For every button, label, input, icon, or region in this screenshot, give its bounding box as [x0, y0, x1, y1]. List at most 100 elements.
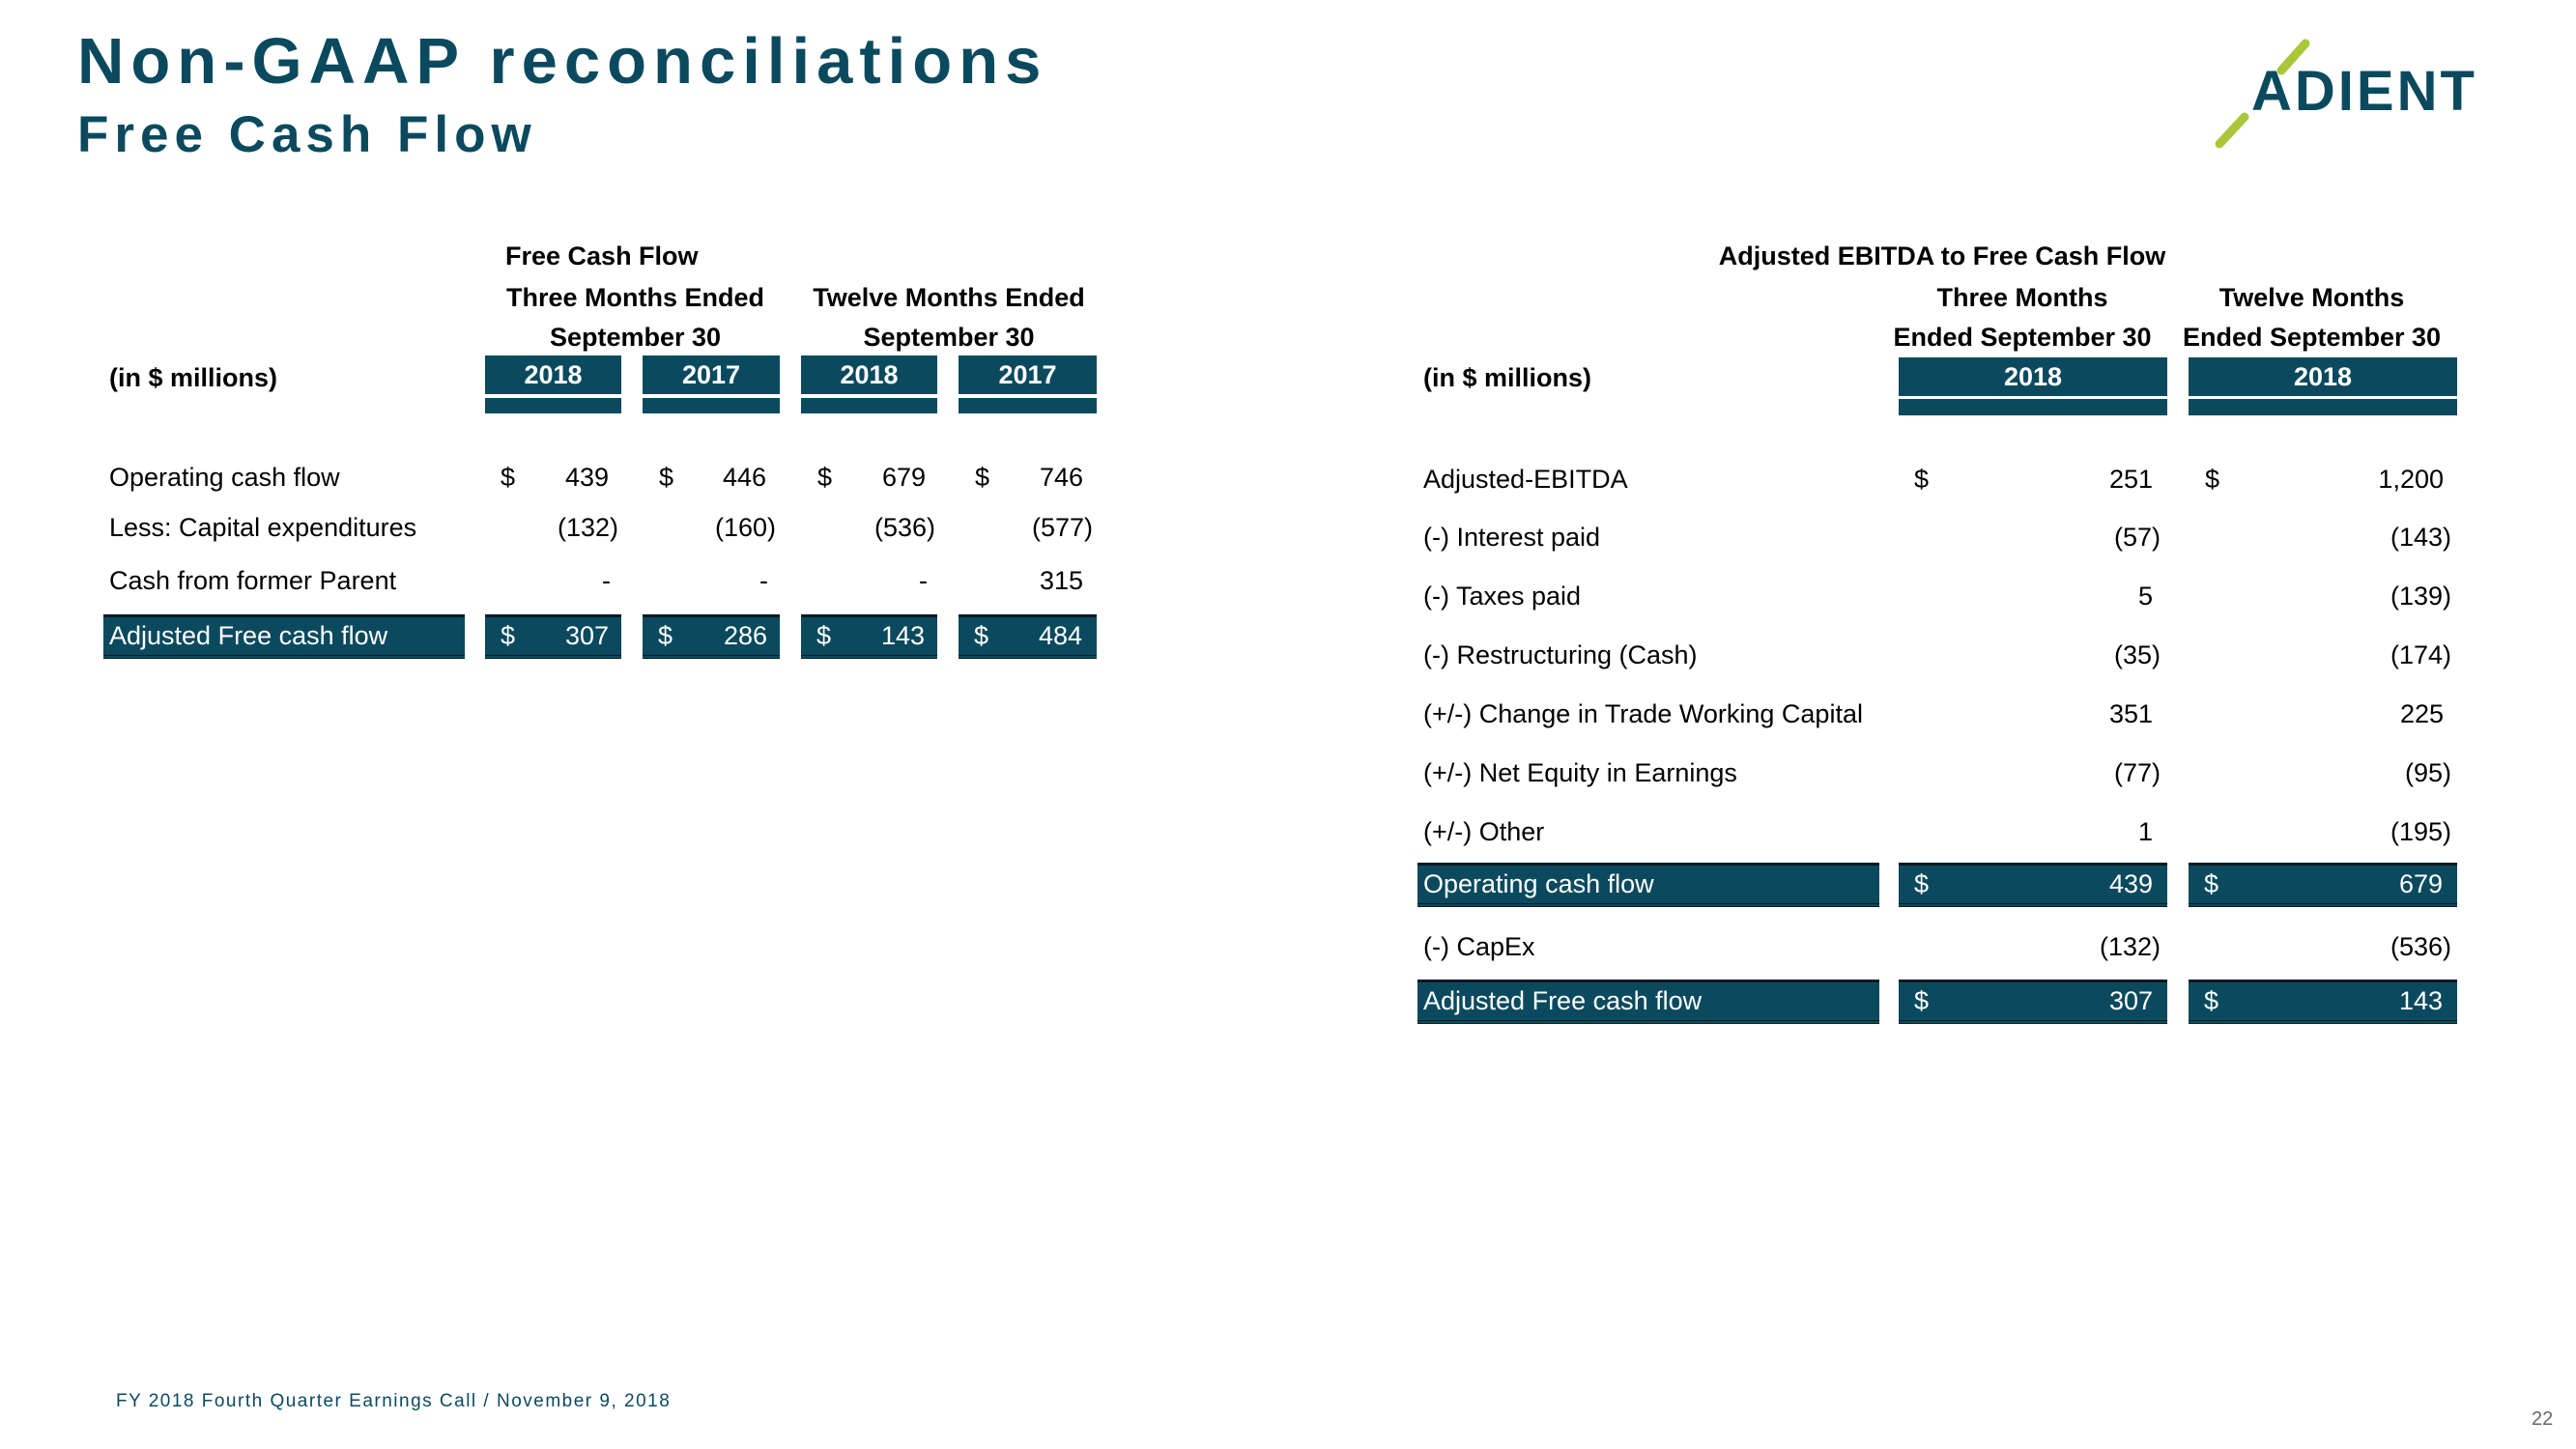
dollar-sign: $ — [974, 621, 989, 650]
cell-value: 351 — [2108, 699, 2153, 728]
cell-value: (577) — [1031, 513, 1093, 542]
cell-value: (195) — [2390, 817, 2451, 846]
dollar-sign: $ — [1914, 465, 1930, 494]
row-label: (-) CapEx — [1423, 932, 1535, 961]
page-subtitle: Free Cash Flow — [77, 106, 537, 163]
row-label: Less: Capital expenditures — [109, 513, 417, 542]
left-year-header-3: 2018 — [801, 355, 937, 394]
right-year-header-2: 2018 — [2189, 357, 2457, 396]
cell-value: - — [759, 566, 768, 595]
adient-logo-icon: ADIENT — [2215, 39, 2477, 149]
cell-value: (174) — [2390, 640, 2451, 669]
cell-value: (160) — [714, 513, 776, 542]
dollar-sign: $ — [816, 621, 832, 650]
logo-text: ADIENT — [2251, 60, 2477, 123]
cell-value: 746 — [1039, 463, 1083, 492]
total-value: 143 — [880, 621, 925, 650]
right-year-strip-1 — [1899, 399, 2167, 415]
right-year-strip-2 — [2189, 399, 2457, 415]
cell-value: (139) — [2390, 582, 2451, 611]
cell-value: 315 — [1039, 566, 1083, 595]
dollar-sign: $ — [501, 463, 516, 492]
row-label: (+/-) Change in Trade Working Capital — [1423, 699, 1863, 728]
cell-value: (77) — [2113, 758, 2161, 787]
cell-value: 225 — [2399, 699, 2444, 728]
subtotal-label: Operating cash flow — [1423, 869, 1654, 898]
right-units-label: (in $ millions) — [1423, 363, 1592, 392]
total-cell: $ 286 — [643, 614, 780, 659]
cell-value: (132) — [2099, 932, 2161, 961]
row-label: (-) Restructuring (Cash) — [1423, 640, 1698, 669]
total-cell: $ 307 — [1899, 980, 2167, 1024]
left-units-label: (in $ millions) — [109, 363, 278, 392]
cell-value: (536) — [873, 513, 935, 542]
dollar-sign: $ — [2204, 986, 2219, 1015]
left-year-header-1: 2018 — [485, 355, 621, 394]
row-label: (+/-) Other — [1423, 817, 1545, 846]
cell-value: (143) — [2390, 523, 2451, 552]
right-group-header-1-line1: Three Months — [1936, 283, 2108, 312]
right-group-header-2-line1: Twelve Months — [2218, 283, 2405, 312]
page-number: 22 — [2532, 1408, 2554, 1430]
total-value: 484 — [1038, 621, 1082, 650]
cell-value: 251 — [2108, 465, 2153, 494]
left-table-caption: Free Cash Flow — [505, 242, 699, 270]
cell-value: - — [602, 566, 611, 595]
left-group-header-2-line1: Twelve Months Ended — [813, 283, 1085, 312]
cell-value: 5 — [2137, 582, 2153, 611]
cell-value: (536) — [2390, 932, 2451, 961]
total-cell: $ 143 — [801, 614, 937, 659]
cell-value: 1,200 — [2378, 465, 2444, 494]
dollar-sign: $ — [658, 621, 673, 650]
dollar-sign: $ — [2205, 465, 2220, 494]
right-year-header-1: 2018 — [1899, 357, 2167, 396]
cell-value: (57) — [2113, 523, 2161, 552]
dollar-sign: $ — [659, 463, 674, 492]
total-label-cell: Adjusted Free cash flow — [103, 614, 465, 659]
left-group-header-1-line1: Three Months Ended — [505, 283, 764, 312]
total-value: 307 — [564, 621, 609, 650]
subtotal-cell: $ 439 — [1899, 863, 2167, 907]
dollar-sign: $ — [817, 463, 833, 492]
total-value: 286 — [723, 621, 767, 650]
total-value: 307 — [2108, 986, 2153, 1015]
cell-value: - — [919, 566, 928, 595]
left-year-strip-3 — [801, 398, 937, 413]
total-cell: $ 307 — [485, 614, 621, 659]
left-year-header-2: 2017 — [643, 355, 780, 394]
right-table-caption: Adjusted EBITDA to Free Cash Flow — [1718, 242, 2166, 270]
row-label: Adjusted-EBITDA — [1423, 465, 1628, 494]
row-label: (-) Interest paid — [1423, 523, 1601, 552]
row-label: (-) Taxes paid — [1423, 582, 1582, 611]
total-label: Adjusted Free cash flow — [109, 621, 388, 650]
total-value: 143 — [2398, 986, 2443, 1015]
left-year-strip-4 — [959, 398, 1097, 413]
adient-logo: ADIENT — [2208, 34, 2517, 155]
left-group-header-2-line2: September 30 — [863, 323, 1035, 352]
right-group-header-2-line2: Ended September 30 — [2182, 323, 2442, 352]
subtotal-cell: $ 679 — [2189, 863, 2457, 907]
total-cell: $ 143 — [2189, 980, 2457, 1024]
page-title: Non-GAAP reconciliations — [77, 25, 1048, 98]
dollar-sign: $ — [1914, 986, 1930, 1015]
subtotal-value: 439 — [2108, 869, 2153, 898]
total-label-cell: Adjusted Free cash flow — [1417, 980, 1879, 1024]
total-label: Adjusted Free cash flow — [1423, 986, 1703, 1015]
dollar-sign: $ — [975, 463, 990, 492]
cell-value: (132) — [557, 513, 618, 542]
subtotal-label-cell: Operating cash flow — [1417, 863, 1879, 907]
left-group-header-1-line2: September 30 — [549, 323, 722, 352]
cell-value: 1 — [2137, 817, 2153, 846]
cell-value: 439 — [564, 463, 609, 492]
dollar-sign: $ — [1914, 869, 1930, 898]
left-year-strip-2 — [643, 398, 780, 413]
footer-text: FY 2018 Fourth Quarter Earnings Call / N… — [116, 1391, 672, 1411]
row-label: Operating cash flow — [109, 463, 340, 492]
cell-value: 679 — [881, 463, 926, 492]
row-label: (+/-) Net Equity in Earnings — [1423, 758, 1737, 787]
cell-value: (35) — [2113, 640, 2161, 669]
row-label: Cash from former Parent — [109, 566, 397, 595]
subtotal-value: 679 — [2398, 869, 2443, 898]
dollar-sign: $ — [2204, 869, 2219, 898]
cell-value: (95) — [2404, 758, 2451, 787]
